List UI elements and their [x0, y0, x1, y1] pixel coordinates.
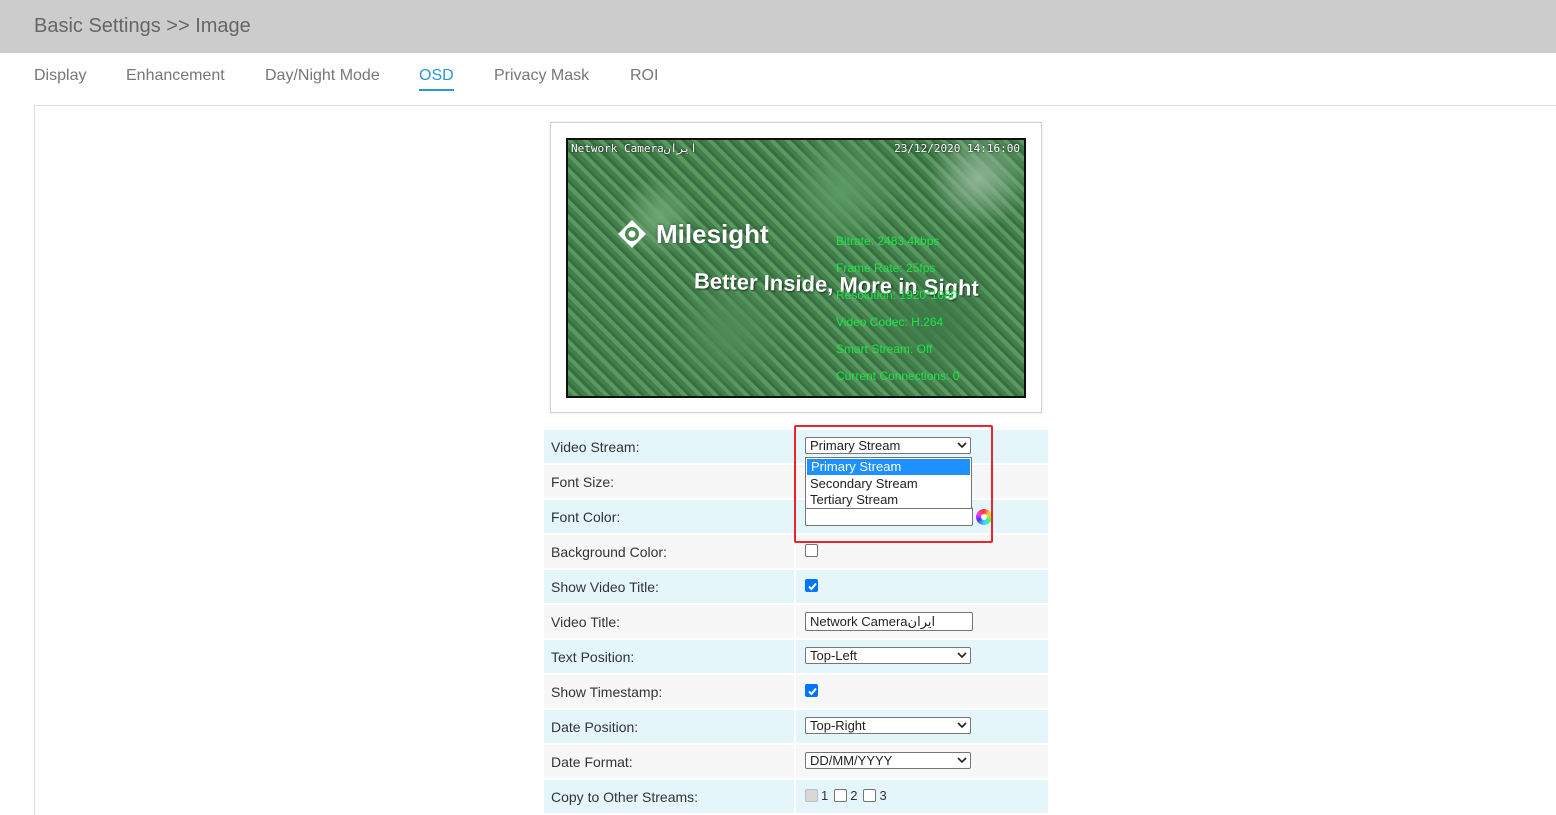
- osd-video-title: Network Cameraایران: [571, 142, 697, 155]
- label-copy-to-other-streams: Copy to Other Streams:: [551, 789, 699, 805]
- osd-settings-form: Video Stream: Primary Stream Font Size: …: [544, 430, 1048, 815]
- milesight-logo: Milesight: [616, 218, 769, 250]
- label-font-color: Font Color:: [551, 509, 621, 525]
- date-format-select[interactable]: DD/MM/YYYY: [805, 752, 971, 769]
- milesight-logo-icon: [618, 220, 646, 248]
- date-format-value: DD/MM/YYYY: [810, 753, 893, 768]
- column-divider: [794, 430, 796, 463]
- row-show-timestamp: Show Timestamp:: [544, 675, 1048, 708]
- color-picker-icon[interactable]: [976, 509, 992, 525]
- font-color-input[interactable]: [805, 507, 973, 526]
- column-divider: [794, 535, 796, 568]
- background-color-checkbox[interactable]: [805, 544, 818, 557]
- row-text-position: Text Position: Top-Left: [544, 640, 1048, 673]
- tab-privacy-mask[interactable]: Privacy Mask: [494, 67, 589, 89]
- row-font-color: Font Color:: [544, 500, 1048, 533]
- date-position-value: Top-Right: [810, 718, 866, 733]
- osd-stat-smart-stream: Smart Stream: Off: [836, 342, 933, 356]
- osd-stat-video-codec: Video Codec: H.264: [836, 315, 944, 329]
- text-position-select[interactable]: Top-Left: [805, 647, 971, 664]
- osd-stat-connections: Current Connections: 0: [836, 369, 960, 383]
- column-divider: [794, 780, 796, 813]
- osd-stat-resolution: Resolution: 1920*1080: [836, 288, 958, 302]
- copy-stream-3-checkbox[interactable]: [863, 789, 877, 802]
- chevron-down-icon: [957, 722, 967, 729]
- label-background-color: Background Color:: [551, 544, 667, 560]
- video-stream-value: Primary Stream: [810, 438, 901, 453]
- row-show-video-title: Show Video Title:: [544, 570, 1048, 603]
- column-divider: [794, 605, 796, 638]
- row-date-format: Date Format: DD/MM/YYYY: [544, 745, 1048, 778]
- column-divider: [794, 710, 796, 743]
- video-title-input[interactable]: Network Cameraایران: [805, 612, 973, 631]
- show-timestamp-checkbox[interactable]: [805, 684, 818, 697]
- video-preview[interactable]: Network Cameraایران 23/12/2020 14:16:00 …: [566, 138, 1026, 398]
- osd-stat-bitrate: Bitrate: 2483.4kbps: [836, 234, 940, 248]
- row-date-position: Date Position: Top-Right: [544, 710, 1048, 743]
- row-copy-to-other-streams: Copy to Other Streams: 1 2 3: [544, 780, 1048, 813]
- option-secondary-stream[interactable]: Secondary Stream: [806, 476, 971, 492]
- show-video-title-checkbox[interactable]: [805, 579, 818, 592]
- label-show-video-title: Show Video Title:: [551, 579, 659, 595]
- column-divider: [794, 570, 796, 603]
- label-video-stream: Video Stream:: [551, 439, 640, 455]
- label-date-format: Date Format:: [551, 754, 633, 770]
- row-font-size: Font Size:: [544, 465, 1048, 498]
- date-position-select[interactable]: Top-Right: [805, 717, 971, 734]
- column-divider: [794, 465, 796, 498]
- label-date-position: Date Position:: [551, 719, 639, 735]
- page-title: Basic Settings >> Image: [34, 15, 251, 37]
- label-video-title: Video Title:: [551, 614, 621, 630]
- copy-stream-1-checkbox: [805, 789, 818, 802]
- row-video-stream: Video Stream: Primary Stream: [544, 430, 1048, 463]
- option-primary-stream[interactable]: Primary Stream: [807, 459, 970, 475]
- label-font-size: Font Size:: [551, 474, 615, 490]
- tab-osd[interactable]: OSD: [419, 67, 454, 91]
- chevron-down-icon: [957, 442, 967, 449]
- chevron-down-icon: [957, 652, 967, 659]
- label-show-timestamp: Show Timestamp:: [551, 684, 663, 700]
- video-stream-dropdown-list: Primary Stream Secondary Stream Tertiary…: [805, 457, 972, 509]
- tab-enhancement[interactable]: Enhancement: [126, 67, 225, 89]
- column-divider: [794, 745, 796, 778]
- checkmark-icon: [808, 582, 817, 591]
- tab-day-night-mode[interactable]: Day/Night Mode: [265, 67, 380, 89]
- page-header: Basic Settings >> Image: [0, 0, 1556, 53]
- column-divider: [794, 675, 796, 708]
- checkmark-icon: [808, 687, 817, 696]
- osd-stat-frame-rate: Frame Rate: 25fps: [836, 261, 936, 275]
- chevron-down-icon: [957, 757, 967, 764]
- label-text-position: Text Position:: [551, 649, 635, 665]
- tab-roi[interactable]: ROI: [630, 67, 658, 89]
- option-tertiary-stream[interactable]: Tertiary Stream: [806, 492, 971, 508]
- column-divider: [794, 500, 796, 533]
- osd-timestamp: 23/12/2020 14:16:00: [894, 142, 1020, 155]
- row-video-title: Video Title: Network Cameraایران: [544, 605, 1048, 638]
- logo-text: Milesight: [656, 218, 769, 249]
- column-divider: [794, 640, 796, 673]
- text-position-value: Top-Left: [810, 648, 857, 663]
- copy-stream-2-checkbox[interactable]: [834, 789, 848, 802]
- tab-display[interactable]: Display: [34, 67, 86, 89]
- video-stream-select[interactable]: Primary Stream: [805, 437, 971, 454]
- row-background-color: Background Color:: [544, 535, 1048, 568]
- tab-bar: Display Enhancement Day/Night Mode OSD P…: [0, 53, 1556, 105]
